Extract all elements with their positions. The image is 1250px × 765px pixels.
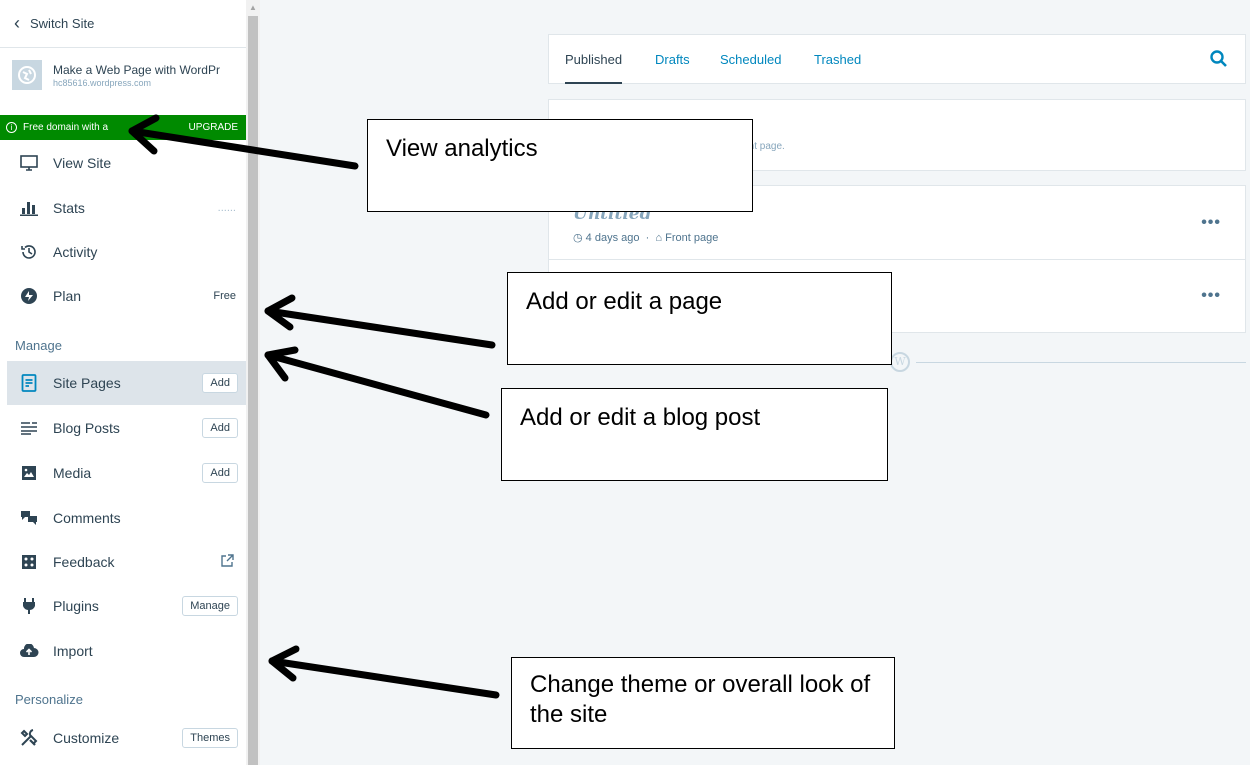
themes-button[interactable]: Themes xyxy=(182,728,238,748)
site-url: hc85616.wordpress.com xyxy=(53,77,152,88)
front-page-badge: Front page xyxy=(665,232,719,244)
site-card[interactable]: Make a Web Page with WordPr hc85616.word… xyxy=(0,48,246,102)
personalize-heading: Personalize xyxy=(15,692,83,707)
home-icon: ⌂ xyxy=(655,232,663,244)
tab-drafts[interactable]: Drafts xyxy=(655,35,690,84)
globe-icon xyxy=(12,60,42,90)
sidebar-item-activity[interactable]: Activity xyxy=(0,230,246,274)
row-divider xyxy=(549,259,1245,260)
monitor-icon xyxy=(18,153,40,173)
wordpress-logo-icon: W xyxy=(890,352,910,372)
manage-plugins-button[interactable]: Manage xyxy=(182,596,238,616)
manage-heading: Manage xyxy=(15,338,62,353)
tab-scheduled[interactable]: Scheduled xyxy=(720,35,781,84)
stats-icon xyxy=(18,198,40,218)
sidebar-item-plugins[interactable]: Plugins Manage xyxy=(0,584,246,628)
pages-icon xyxy=(18,373,40,393)
callout-change-theme: Change theme or overall look of the site xyxy=(511,657,895,749)
info-icon: i xyxy=(6,122,17,133)
import-icon xyxy=(18,641,40,661)
sidebar-item-feedback[interactable]: Feedback xyxy=(0,540,246,584)
footer-divider xyxy=(916,362,1246,363)
sidebar-item-label: Activity xyxy=(53,244,98,260)
tab-trashed[interactable]: Trashed xyxy=(814,35,861,84)
sidebar-item-stats[interactable]: Stats ...... xyxy=(0,186,246,230)
sidebar-item-label: Plan xyxy=(53,288,82,304)
sidebar-item-label: Import xyxy=(53,643,93,659)
sidebar-item-site-pages[interactable]: Site Pages Add xyxy=(7,361,246,405)
callout-add-edit-blog-post: Add or edit a blog post xyxy=(501,388,888,481)
upgrade-link[interactable]: UPGRADE xyxy=(189,122,238,133)
plugins-icon xyxy=(18,596,40,616)
switch-site-label: Switch Site xyxy=(30,16,95,31)
free-domain-banner[interactable]: i Free domain with a UPGRADE xyxy=(0,115,246,140)
history-icon xyxy=(18,242,40,262)
stats-sparkline: ...... xyxy=(217,202,236,214)
sidebar-item-label: Feedback xyxy=(53,554,115,570)
sidebar-item-view-site[interactable]: View Site xyxy=(0,141,246,185)
search-icon[interactable] xyxy=(1209,49,1229,69)
callout-add-edit-page: Add or edit a page xyxy=(507,272,892,365)
external-link-icon xyxy=(220,553,234,571)
page-actions-menu-icon[interactable]: ••• xyxy=(1201,214,1221,232)
sidebar-item-label: Media xyxy=(53,465,92,481)
tab-published[interactable]: Published xyxy=(565,35,623,84)
add-post-button[interactable]: Add xyxy=(202,418,238,438)
scrollbar-thumb[interactable] xyxy=(248,16,258,765)
sidebar: ‹ Switch Site Make a Web Page with WordP… xyxy=(0,0,246,765)
customize-icon xyxy=(18,728,40,748)
page-age: 4 days ago xyxy=(585,232,640,244)
scroll-up-arrow-icon[interactable]: ▲ xyxy=(248,2,258,14)
free-domain-text: Free domain with a xyxy=(23,122,109,133)
pages-tab-bar: Published Drafts Scheduled Trashed xyxy=(548,34,1246,84)
add-media-button[interactable]: Add xyxy=(202,463,238,483)
page-actions-menu-icon[interactable]: ••• xyxy=(1201,287,1221,305)
sidebar-item-blog-posts[interactable]: Blog Posts Add xyxy=(0,406,246,450)
page-meta: ◷ 4 days ago · ⌂ Front page xyxy=(573,232,719,244)
main-content: Published Drafts Scheduled Trashed front… xyxy=(260,0,1250,765)
sidebar-item-label: Stats xyxy=(53,200,85,216)
media-icon xyxy=(18,463,40,483)
sidebar-item-label: Site Pages xyxy=(53,375,121,391)
feedback-icon xyxy=(18,552,40,572)
sidebar-item-customize[interactable]: Customize Themes xyxy=(0,716,246,760)
add-page-button[interactable]: Add xyxy=(202,373,238,393)
plan-icon xyxy=(18,286,40,306)
chevron-left-icon: ‹ xyxy=(14,13,20,33)
sidebar-item-label: Comments xyxy=(53,510,121,526)
posts-icon xyxy=(18,418,40,438)
sidebar-item-label: View Site xyxy=(53,155,112,171)
sidebar-item-media[interactable]: Media Add xyxy=(0,451,246,495)
sidebar-item-label: Blog Posts xyxy=(53,420,120,436)
sidebar-item-label: Plugins xyxy=(53,598,99,614)
sidebar-item-import[interactable]: Import xyxy=(0,629,246,673)
switch-site-button[interactable]: ‹ Switch Site xyxy=(0,0,246,48)
sidebar-item-plan[interactable]: Plan Free xyxy=(0,274,246,318)
site-title: Make a Web Page with WordPr xyxy=(53,62,220,77)
plan-badge: Free xyxy=(213,290,236,302)
sidebar-item-comments[interactable]: Comments xyxy=(0,496,246,540)
comments-icon xyxy=(18,508,40,528)
sidebar-item-label: Customize xyxy=(53,730,120,746)
callout-view-analytics: View analytics xyxy=(367,119,753,212)
clock-icon: ◷ xyxy=(573,232,583,244)
